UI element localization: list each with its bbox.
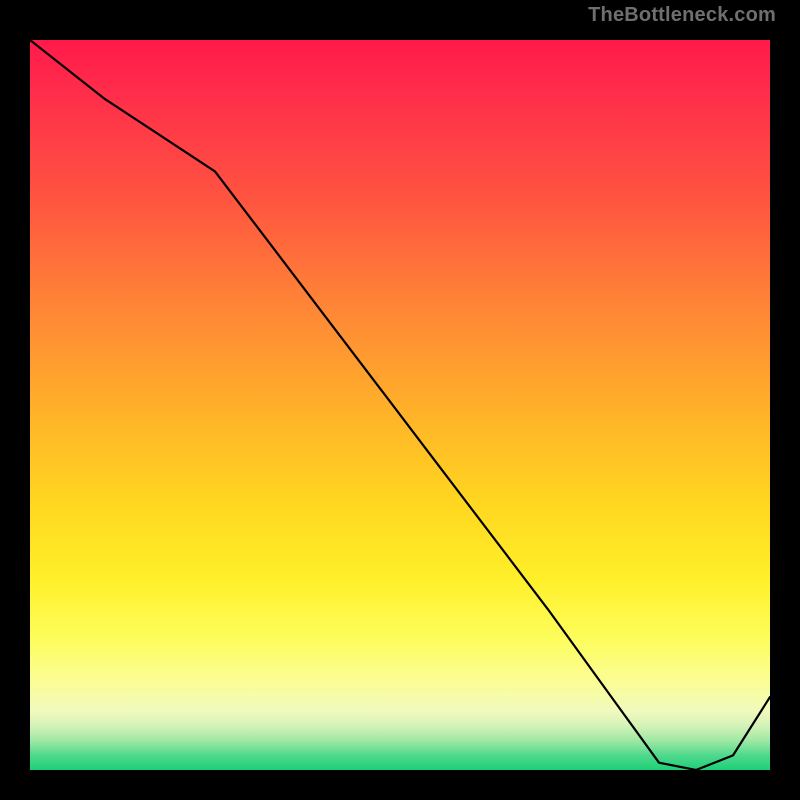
plot-frame bbox=[20, 30, 780, 780]
plot-area bbox=[30, 40, 770, 770]
attribution-text: TheBottleneck.com bbox=[588, 4, 776, 27]
chart-container: TheBottleneck.com bbox=[0, 0, 800, 800]
bottleneck-line bbox=[30, 40, 770, 770]
